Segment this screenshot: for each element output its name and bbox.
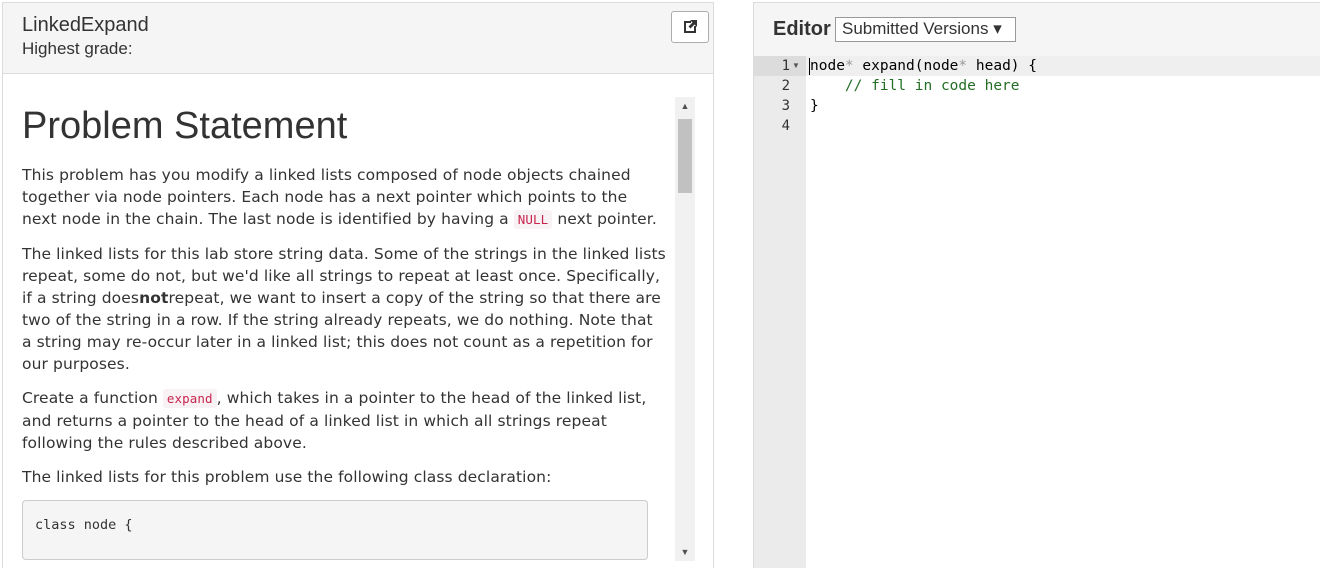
scroll-up-arrow[interactable]: ▲ [675, 97, 695, 115]
statement-paragraph: Create a function expand, which takes in… [22, 389, 647, 452]
highest-grade-label: Highest grade: [22, 39, 133, 58]
problem-statement-heading: Problem Statement [22, 105, 348, 147]
statement-paragraph: The linked lists for this lab store stri… [22, 245, 666, 373]
line-number: 4 [781, 118, 790, 134]
code-line[interactable]: } [810, 96, 819, 116]
editor-header: Editor Submitted Versions ▾ [754, 3, 1320, 56]
statement-paragraph: The linked lists for this problem use th… [22, 468, 552, 486]
line-number: 1 [781, 58, 790, 74]
content-scrollbar[interactable]: ▲ ▼ [675, 97, 695, 561]
code-line[interactable]: node* expand(node* head) { [810, 56, 1037, 76]
code-line[interactable]: // fill in code here [810, 76, 1020, 96]
inline-code: expand [162, 389, 217, 408]
problem-panel: LinkedExpand Highest grade: Problem Stat… [2, 2, 714, 568]
statement-paragraph: This problem has you modify a linked lis… [22, 166, 657, 229]
editor-panel: Editor Submitted Versions ▾ 1 ▼ 2 3 4 no… [753, 2, 1320, 568]
problem-header: LinkedExpand Highest grade: [3, 3, 713, 74]
problem-content[interactable]: Problem Statement This problem has you m… [3, 74, 673, 568]
class-declaration-code: class node { [22, 500, 648, 560]
submitted-versions-dropdown[interactable]: Submitted Versions ▾ [835, 17, 1016, 42]
line-number: 2 [781, 78, 790, 94]
fold-arrow-icon[interactable]: ▼ [792, 56, 800, 76]
line-number-gutter: 1 ▼ 2 3 4 [754, 56, 806, 568]
inline-code: NULL [513, 210, 553, 229]
scroll-down-arrow[interactable]: ▼ [675, 543, 695, 561]
scroll-thumb[interactable] [678, 119, 692, 193]
editor-label: Editor [773, 18, 831, 40]
code-editor[interactable]: node* expand(node* head) { // fill in co… [806, 56, 1320, 568]
external-link-icon [684, 20, 697, 33]
problem-title: LinkedExpand [22, 14, 149, 36]
bold-text: not [139, 289, 169, 307]
popout-button[interactable] [671, 11, 709, 43]
line-number: 3 [781, 98, 790, 114]
